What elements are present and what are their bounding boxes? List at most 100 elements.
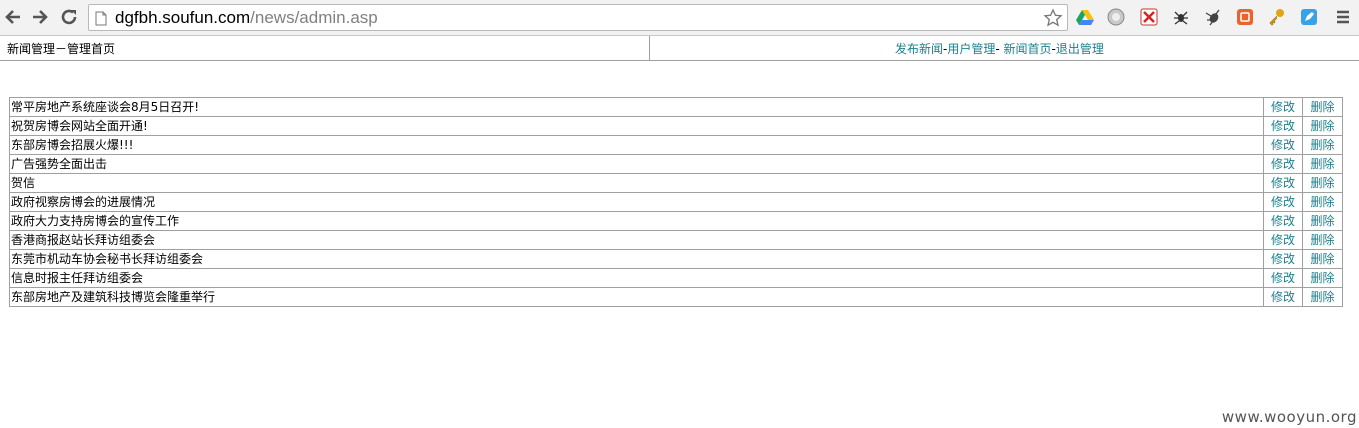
news-title: 广告强势全面出击 bbox=[9, 154, 1264, 174]
edit-cell: 修改 bbox=[1263, 173, 1303, 193]
news-home-link[interactable]: 新闻首页 bbox=[1004, 42, 1052, 56]
delete-link[interactable]: 删除 bbox=[1310, 195, 1334, 209]
table-row: 东部房地产及建筑科技博览会隆重举行 修改 删除 bbox=[9, 287, 1343, 307]
delete-link[interactable]: 删除 bbox=[1310, 157, 1334, 171]
table-row: 祝贺房博会网站全面开通! 修改 删除 bbox=[9, 116, 1343, 136]
news-title: 东部房博会招展火爆!!! bbox=[9, 135, 1264, 155]
delete-cell: 删除 bbox=[1302, 154, 1343, 174]
news-title: 常平房地产系统座谈会8月5日召开! bbox=[9, 97, 1264, 117]
news-table: 常平房地产系统座谈会8月5日召开! 修改 删除 祝贺房博会网站全面开通! 修改 删除 东部房… bbox=[9, 97, 1343, 307]
news-title: 东部房地产及建筑科技博览会隆重举行 bbox=[9, 287, 1264, 307]
address-bar[interactable]: dgfbh.soufun.com/news/admin.asp bbox=[88, 4, 1068, 31]
back-button[interactable] bbox=[2, 6, 24, 28]
edit-link[interactable]: 修改 bbox=[1271, 214, 1295, 228]
delete-link[interactable]: 删除 bbox=[1310, 119, 1334, 133]
drive-extension-icon[interactable] bbox=[1075, 7, 1095, 27]
edit-link[interactable]: 修改 bbox=[1271, 271, 1295, 285]
user-management-link[interactable]: 用户管理 bbox=[947, 42, 995, 56]
delete-cell: 删除 bbox=[1302, 268, 1343, 288]
news-title: 东莞市机动车协会秘书长拜访组委会 bbox=[9, 249, 1264, 269]
watermark: www.wooyun.org bbox=[1221, 408, 1357, 426]
edit-cell: 修改 bbox=[1263, 116, 1303, 136]
menu-icon[interactable] bbox=[1333, 7, 1353, 27]
delete-cell: 删除 bbox=[1302, 192, 1343, 212]
edit-cell: 修改 bbox=[1263, 135, 1303, 155]
news-title: 政府视察房博会的进展情况 bbox=[9, 192, 1264, 212]
url-domain: dgfbh.soufun.com bbox=[115, 8, 251, 27]
bookmark-star-icon[interactable] bbox=[1043, 8, 1063, 28]
page-icon bbox=[95, 11, 107, 26]
news-title: 香港商报赵站长拜访组委会 bbox=[9, 230, 1264, 250]
delete-cell: 删除 bbox=[1302, 287, 1343, 307]
edit-link[interactable]: 修改 bbox=[1271, 119, 1295, 133]
news-title: 贺信 bbox=[9, 173, 1264, 193]
table-row: 政府视察房博会的进展情况 修改 删除 bbox=[9, 192, 1343, 212]
edit-cell: 修改 bbox=[1263, 97, 1303, 117]
delete-cell: 删除 bbox=[1302, 211, 1343, 231]
reload-button[interactable] bbox=[58, 6, 80, 28]
delete-link[interactable]: 删除 bbox=[1310, 271, 1334, 285]
delete-link[interactable]: 删除 bbox=[1310, 290, 1334, 304]
edit-cell: 修改 bbox=[1263, 268, 1303, 288]
delete-link[interactable]: 删除 bbox=[1310, 233, 1334, 247]
header-title-cell: 新闻管理－管理首页 bbox=[0, 36, 650, 60]
nav-separator: - bbox=[995, 42, 1004, 56]
delete-link[interactable]: 删除 bbox=[1310, 138, 1334, 152]
delete-cell: 删除 bbox=[1302, 173, 1343, 193]
news-table-body: 常平房地产系统座谈会8月5日召开! 修改 删除 祝贺房博会网站全面开通! 修改 删除 东部房… bbox=[9, 97, 1343, 307]
table-row: 常平房地产系统座谈会8月5日召开! 修改 删除 bbox=[9, 97, 1343, 117]
edit-cell: 修改 bbox=[1263, 154, 1303, 174]
delete-cell: 删除 bbox=[1302, 249, 1343, 269]
back-arrow-icon bbox=[5, 10, 20, 24]
publish-news-link[interactable]: 发布新闻 bbox=[895, 42, 943, 56]
edit-cell: 修改 bbox=[1263, 211, 1303, 231]
delete-link[interactable]: 删除 bbox=[1310, 252, 1334, 266]
admin-header: 新闻管理－管理首页 发布新闻-用户管理- 新闻首页-退出管理 bbox=[0, 36, 1359, 61]
delete-link[interactable]: 删除 bbox=[1310, 100, 1334, 114]
table-row: 信息时报主任拜访组委会 修改 删除 bbox=[9, 268, 1343, 288]
logout-link[interactable]: 退出管理 bbox=[1056, 42, 1104, 56]
edit-link[interactable]: 修改 bbox=[1271, 233, 1295, 247]
blue-pen-extension-icon[interactable] bbox=[1299, 7, 1319, 27]
delete-cell: 删除 bbox=[1302, 135, 1343, 155]
forward-arrow-icon bbox=[33, 10, 48, 24]
page-title: 新闻管理－管理首页 bbox=[7, 42, 116, 56]
edit-link[interactable]: 修改 bbox=[1271, 252, 1295, 266]
url-path: /news/admin.asp bbox=[250, 8, 378, 27]
table-row: 政府大力支持房博会的宣传工作 修改 删除 bbox=[9, 211, 1343, 231]
orange-extension-icon[interactable] bbox=[1235, 7, 1255, 27]
admin-nav: 发布新闻-用户管理- 新闻首页-退出管理 bbox=[895, 40, 1104, 57]
browser-toolbar: dgfbh.soufun.com/news/admin.asp bbox=[0, 0, 1359, 36]
delete-link[interactable]: 删除 bbox=[1310, 176, 1334, 190]
edit-link[interactable]: 修改 bbox=[1271, 100, 1295, 114]
bug-extension-icon[interactable] bbox=[1203, 7, 1223, 27]
edit-cell: 修改 bbox=[1263, 249, 1303, 269]
edit-link[interactable]: 修改 bbox=[1271, 157, 1295, 171]
edit-link[interactable]: 修改 bbox=[1271, 290, 1295, 304]
edit-link[interactable]: 修改 bbox=[1271, 195, 1295, 209]
table-row: 广告强势全面出击 修改 删除 bbox=[9, 154, 1343, 174]
table-row: 香港商报赵站长拜访组委会 修改 删除 bbox=[9, 230, 1343, 250]
delete-link[interactable]: 删除 bbox=[1310, 214, 1334, 228]
spider-extension-icon[interactable] bbox=[1171, 7, 1191, 27]
forward-button[interactable] bbox=[29, 6, 51, 28]
news-title: 祝贺房博会网站全面开通! bbox=[9, 116, 1264, 136]
reload-icon bbox=[61, 9, 77, 25]
edit-cell: 修改 bbox=[1263, 230, 1303, 250]
table-row: 东部房博会招展火爆!!! 修改 删除 bbox=[9, 135, 1343, 155]
url-text: dgfbh.soufun.com/news/admin.asp bbox=[115, 9, 378, 27]
table-row: 贺信 修改 删除 bbox=[9, 173, 1343, 193]
news-title: 信息时报主任拜访组委会 bbox=[9, 268, 1264, 288]
globe-extension-icon[interactable] bbox=[1106, 7, 1126, 27]
table-row: 东莞市机动车协会秘书长拜访组委会 修改 删除 bbox=[9, 249, 1343, 269]
news-title: 政府大力支持房博会的宣传工作 bbox=[9, 211, 1264, 231]
red-x-extension-icon[interactable] bbox=[1139, 7, 1159, 27]
delete-cell: 删除 bbox=[1302, 230, 1343, 250]
edit-link[interactable]: 修改 bbox=[1271, 138, 1295, 152]
key-extension-icon[interactable] bbox=[1267, 7, 1287, 27]
delete-cell: 删除 bbox=[1302, 97, 1343, 117]
edit-link[interactable]: 修改 bbox=[1271, 176, 1295, 190]
edit-cell: 修改 bbox=[1263, 192, 1303, 212]
edit-cell: 修改 bbox=[1263, 287, 1303, 307]
delete-cell: 删除 bbox=[1302, 116, 1343, 136]
